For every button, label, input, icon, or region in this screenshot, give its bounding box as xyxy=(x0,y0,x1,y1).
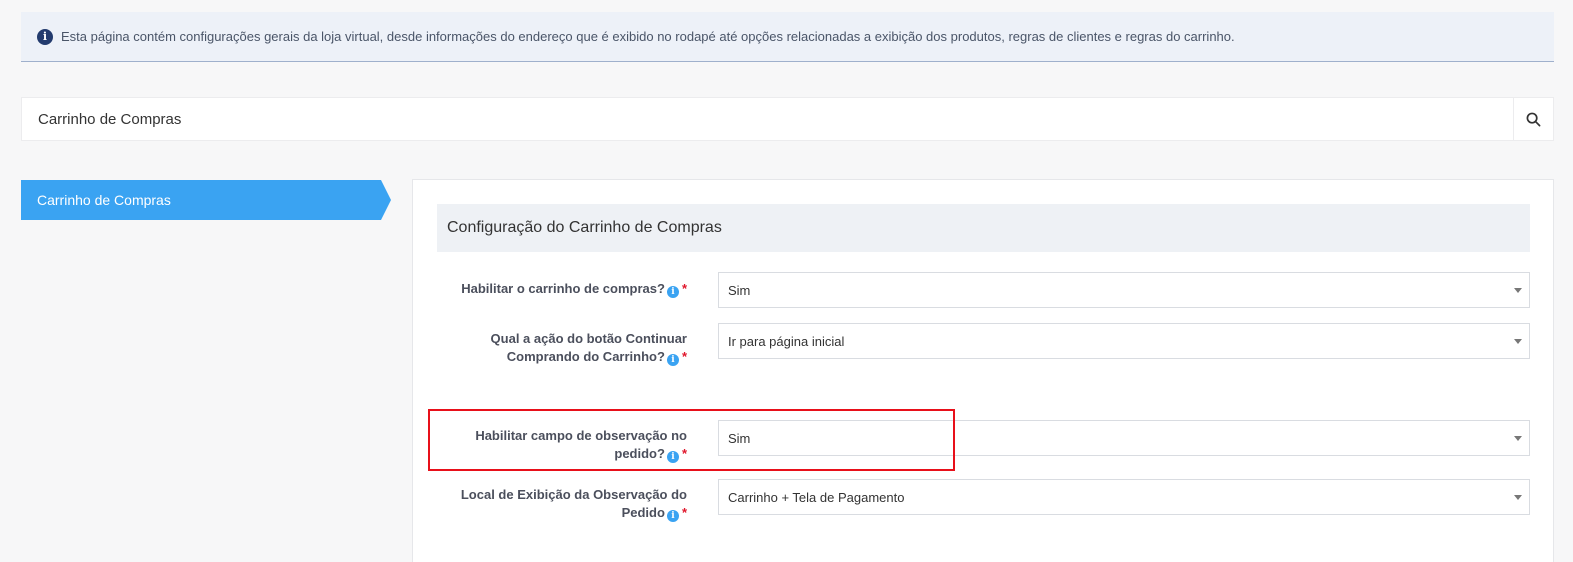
search-button[interactable] xyxy=(1513,98,1553,140)
label-line: pedido? xyxy=(614,446,665,461)
info-icon[interactable]: i xyxy=(666,510,679,522)
select-value: Sim xyxy=(728,282,751,298)
info-icon: i xyxy=(37,28,53,45)
settings-panel: Configuração do Carrinho de Compras Habi… xyxy=(412,179,1554,562)
search-bar xyxy=(21,97,1554,141)
required-marker: * xyxy=(681,505,687,520)
chevron-down-icon xyxy=(1514,436,1522,441)
field-label-acao-continuar-comprando: Qual a ação do botão Continuar Comprando… xyxy=(491,330,687,366)
required-marker: * xyxy=(681,446,687,461)
info-icon[interactable]: i xyxy=(666,286,679,298)
search-icon xyxy=(1526,112,1541,126)
sidebar-item-label: Carrinho de Compras xyxy=(37,192,171,208)
label-line: Qual a ação do botão Continuar xyxy=(490,331,687,346)
field-label-local-exibicao-observacao: Local de Exibição da Observação do Pedid… xyxy=(461,486,687,522)
label-line: Local de Exibição da Observação do xyxy=(460,487,687,502)
local-exibicao-observacao-select[interactable]: Carrinho + Tela de Pagamento xyxy=(718,479,1530,515)
habilitar-carrinho-select[interactable]: Sim xyxy=(718,272,1530,308)
chevron-down-icon xyxy=(1514,288,1522,293)
label-line: Pedido xyxy=(621,505,665,520)
label-line: Habilitar campo de observação no xyxy=(475,428,687,443)
select-value: Carrinho + Tela de Pagamento xyxy=(728,489,905,505)
info-icon[interactable]: i xyxy=(666,354,679,366)
campo-observacao-select[interactable]: Sim xyxy=(718,420,1530,456)
chevron-down-icon xyxy=(1514,339,1522,344)
required-marker: * xyxy=(681,349,687,364)
chevron-down-icon xyxy=(1514,495,1522,500)
info-banner-text: Esta página contém configurações gerais … xyxy=(61,29,1235,44)
panel-title-text: Configuração do Carrinho de Compras xyxy=(447,219,722,236)
label-line: Comprando do Carrinho? xyxy=(506,349,665,364)
sidebar-item-carrinho-de-compras[interactable]: Carrinho de Compras xyxy=(21,180,391,220)
search-input[interactable] xyxy=(22,98,1513,140)
info-banner: i Esta página contém configurações gerai… xyxy=(21,12,1554,62)
required-marker: * xyxy=(681,281,687,296)
acao-continuar-comprando-select[interactable]: Ir para página inicial xyxy=(718,323,1530,359)
field-label-campo-observacao: Habilitar campo de observação no pedido?… xyxy=(475,427,687,463)
info-icon[interactable]: i xyxy=(666,451,679,463)
panel-title: Configuração do Carrinho de Compras xyxy=(437,204,1530,252)
select-value: Ir para página inicial xyxy=(728,333,845,349)
label-line: Habilitar o carrinho de compras? xyxy=(461,281,665,296)
select-value: Sim xyxy=(728,430,751,446)
field-label-habilitar-carrinho: Habilitar o carrinho de compras? i * xyxy=(461,280,687,298)
